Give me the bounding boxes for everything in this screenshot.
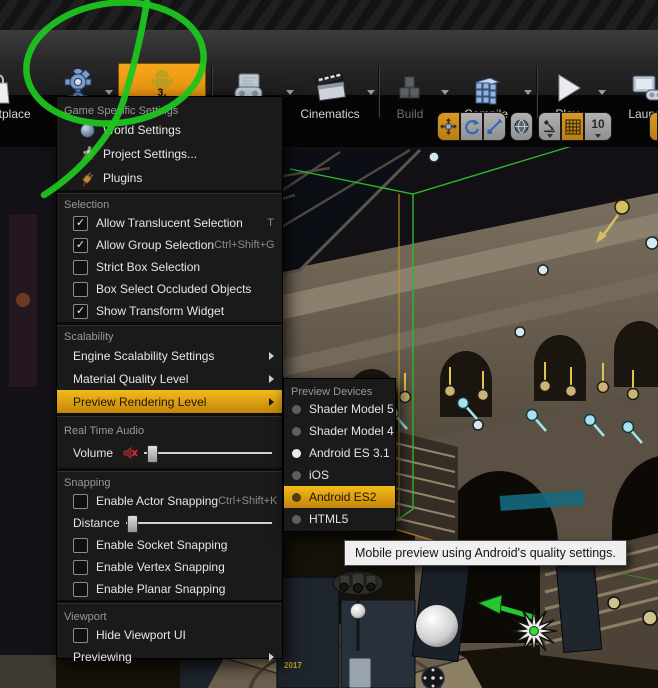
- menu-item-snap-distance[interactable]: Distance: [57, 512, 282, 534]
- menu-item-previewing[interactable]: Previewing: [57, 646, 282, 668]
- toolbar-separator: [536, 66, 537, 118]
- menu-section-header: Game Specific Settings: [57, 100, 282, 118]
- menu-item-preview-rendering-level[interactable]: Preview Rendering Level: [57, 390, 282, 413]
- hotkey-label: T: [267, 217, 274, 229]
- radio-icon: [292, 427, 301, 436]
- hotkey-label: Ctrl+Shift+G: [214, 239, 275, 251]
- menu-item-enable-planar-snapping[interactable]: Enable Planar Snapping: [57, 578, 282, 600]
- menu-item-enable-vertex-snapping[interactable]: Enable Vertex Snapping: [57, 556, 282, 578]
- volume-slider-knob[interactable]: [147, 445, 158, 463]
- menu-section-header: Real Time Audio: [57, 417, 282, 438]
- menu-item-enable-socket-snapping[interactable]: Enable Socket Snapping: [57, 534, 282, 556]
- launch-button[interactable]: Launch: [608, 64, 658, 121]
- distance-slider-knob[interactable]: [127, 515, 138, 533]
- menu-item-world-settings[interactable]: World Settings: [57, 118, 282, 142]
- menu-item-allow-group-selection[interactable]: Allow Group Selection Ctrl+Shift+G: [57, 234, 282, 256]
- play-icon: [550, 69, 584, 107]
- volume-slider[interactable]: [144, 452, 272, 454]
- rotate-tool-icon[interactable]: [460, 112, 483, 141]
- menu-item-strict-box-selection[interactable]: Strict Box Selection: [57, 256, 282, 278]
- menu-item-allow-translucent-selection[interactable]: Allow Translucent Selection T: [57, 212, 282, 234]
- menu-item-project-settings[interactable]: Project Settings...: [57, 142, 282, 166]
- menu-item-plugins[interactable]: Plugins: [57, 166, 282, 190]
- submenu-item-ios[interactable]: iOS: [284, 464, 395, 486]
- plugin-icon: [79, 170, 96, 187]
- grid-size-dropdown[interactable]: 10: [584, 112, 612, 141]
- move-tool-icon[interactable]: [437, 112, 460, 141]
- checkbox-icon[interactable]: [73, 216, 88, 231]
- launch-icon: [630, 69, 658, 107]
- menu-section-header: Selection: [57, 194, 282, 212]
- settings-dropdown-caret[interactable]: [105, 90, 113, 95]
- submenu-item-html5[interactable]: HTML5: [284, 508, 395, 530]
- submenu-item-android-es-3-1[interactable]: Android ES 3.1: [284, 442, 395, 464]
- surface-snap-icon[interactable]: [538, 112, 561, 141]
- blueprints-dropdown-caret[interactable]: [286, 90, 294, 95]
- compile-dropdown-caret[interactable]: [524, 90, 532, 95]
- cinematics-icon: [312, 69, 348, 107]
- radio-icon: [292, 471, 301, 480]
- menu-item-show-transform-widget[interactable]: Show Transform Widget: [57, 300, 282, 322]
- play-dropdown-caret[interactable]: [598, 90, 606, 95]
- menu-item-engine-scalability[interactable]: Engine Scalability Settings: [57, 344, 282, 367]
- radio-icon-selected: [292, 449, 301, 458]
- submenu-arrow-icon: [269, 653, 274, 661]
- settings-menu: Game Specific Settings World Settings: [56, 96, 283, 659]
- unreal-editor-window: 2017: [0, 0, 658, 688]
- menu-item-hide-viewport-ui[interactable]: Hide Viewport UI: [57, 624, 282, 646]
- toolbar-separator: [378, 66, 379, 118]
- grid-size-caret[interactable]: [595, 134, 601, 138]
- angle-snap-icon[interactable]: [649, 112, 658, 141]
- submenu-arrow-icon: [269, 352, 274, 360]
- radio-icon: [292, 493, 301, 502]
- marketplace-button[interactable]: Marketplace: [0, 64, 38, 121]
- world-icon: [79, 122, 96, 139]
- distance-slider[interactable]: [126, 522, 272, 524]
- tooltip-text: Mobile preview using Android's quality s…: [355, 546, 616, 560]
- volume-muted-icon[interactable]: [123, 446, 138, 460]
- submenu-arrow-icon: [269, 398, 274, 406]
- project-settings-icon: [79, 146, 96, 163]
- floor-year-label: 2017: [284, 661, 302, 670]
- cinematics-dropdown-caret[interactable]: [367, 90, 375, 95]
- cinematics-button[interactable]: Cinematics: [296, 64, 364, 121]
- submenu-item-android-es2[interactable]: Android ES2: [284, 486, 395, 508]
- menu-item-volume[interactable]: Volume: [57, 438, 282, 468]
- marketplace-icon: [0, 69, 13, 107]
- build-dropdown-caret[interactable]: [441, 90, 449, 95]
- checkbox-icon[interactable]: [73, 494, 88, 509]
- submenu-item-shader-model-5[interactable]: Shader Model 5: [284, 398, 395, 420]
- submenu-arrow-icon: [269, 375, 274, 383]
- menu-item-box-select-occluded[interactable]: Box Select Occluded Objects: [57, 278, 282, 300]
- submenu-header: Preview Devices: [284, 379, 395, 398]
- globe-icon[interactable]: [510, 112, 533, 141]
- window-top-strip: [0, 0, 658, 33]
- radio-icon: [292, 515, 301, 524]
- checkbox-icon[interactable]: [73, 538, 88, 553]
- menu-item-material-quality[interactable]: Material Quality Level: [57, 367, 282, 390]
- hotkey-label: Ctrl+Shift+K: [218, 495, 277, 507]
- menu-item-enable-actor-snapping[interactable]: Enable Actor Snapping Ctrl+Shift+K: [57, 490, 282, 512]
- scale-tool-icon[interactable]: [483, 112, 506, 141]
- main-toolbar: Marketplace: [0, 30, 658, 97]
- submenu-item-shader-model-4[interactable]: Shader Model 4: [284, 420, 395, 442]
- tooltip: Mobile preview using Android's quality s…: [344, 540, 627, 566]
- preview-devices-submenu: Preview Devices Shader Model 5 Shader Mo…: [283, 378, 396, 532]
- checkbox-icon[interactable]: [73, 560, 88, 575]
- checkbox-icon[interactable]: [73, 628, 88, 643]
- compile-icon: [468, 69, 504, 107]
- surface-snap-caret[interactable]: [547, 134, 553, 138]
- checkbox-icon[interactable]: [73, 282, 88, 297]
- build-button[interactable]: Build: [382, 64, 438, 121]
- menu-section-header: Snapping: [57, 472, 282, 490]
- menu-section-header: Scalability: [57, 326, 282, 344]
- radio-icon: [292, 405, 301, 414]
- checkbox-icon[interactable]: [73, 238, 88, 253]
- checkbox-icon[interactable]: [73, 304, 88, 319]
- checkbox-icon[interactable]: [73, 582, 88, 597]
- build-icon: [392, 69, 428, 107]
- grid-snap-icon[interactable]: [561, 112, 584, 141]
- checkbox-icon[interactable]: [73, 260, 88, 275]
- menu-section-header: Viewport: [57, 604, 282, 624]
